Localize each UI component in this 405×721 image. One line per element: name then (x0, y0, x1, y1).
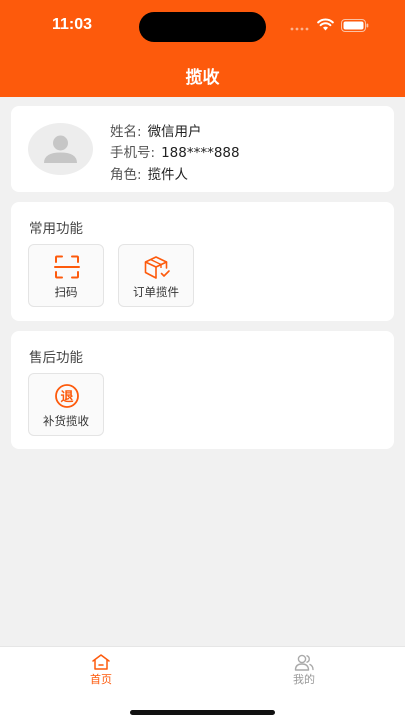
user-phone-row: 手机号: 188****888 (110, 141, 240, 161)
user-role-value: 揽件人 (147, 167, 189, 183)
scan-label: 扫码 (54, 285, 78, 299)
refund-circle-icon: 退 (55, 384, 79, 408)
common-functions-title: 常用功能 (29, 221, 83, 237)
home-indicator (130, 710, 275, 715)
header-bar: 11:03 揽收 (0, 0, 405, 97)
user-role-row: 角色: 揽件人 (110, 163, 188, 183)
after-sale-functions-card: 售后功能 退 补货揽收 (11, 331, 394, 449)
user-name-row: 姓名: 微信用户 (110, 120, 202, 140)
bottom-tab-bar: 首页 我的 (0, 646, 405, 721)
user-info-card: 姓名: 微信用户 手机号: 188****888 角色: 揽件人 (11, 106, 394, 192)
refund-glyph: 退 (60, 390, 73, 405)
restock-pickup-button[interactable]: 退 补货揽收 (28, 373, 104, 436)
tab-home[interactable]: 首页 (0, 647, 202, 693)
scan-icon (54, 255, 80, 279)
tab-home-label: 首页 (90, 673, 112, 686)
wifi-icon (317, 18, 334, 31)
common-functions-card: 常用功能 扫码 订单揽件 (11, 202, 394, 321)
tab-mine-label: 我的 (293, 673, 315, 686)
user-avatar-icon (28, 123, 93, 175)
user-name-value: 微信用户 (147, 124, 202, 140)
user-role-label: 角色: (110, 167, 142, 183)
order-pickup-label: 订单揽件 (133, 285, 179, 299)
battery-icon (341, 19, 369, 32)
after-sale-functions-title: 售后功能 (29, 350, 83, 366)
user-phone-value: 188****888 (161, 145, 240, 161)
status-time: 11:03 (52, 16, 93, 33)
package-box-icon (144, 256, 170, 279)
dynamic-island (139, 12, 266, 42)
order-pickup-button[interactable]: 订单揽件 (118, 244, 194, 307)
cellular-signal-icon (290, 27, 309, 31)
user-phone-label: 手机号: (110, 145, 156, 161)
page-title: 揽收 (185, 68, 220, 88)
restock-pickup-label: 补货揽收 (43, 414, 89, 428)
scan-button[interactable]: 扫码 (28, 244, 104, 307)
tab-mine[interactable]: 我的 (203, 647, 405, 693)
home-icon (92, 654, 110, 670)
user-name-label: 姓名: (110, 124, 142, 140)
profile-users-icon (294, 654, 314, 671)
